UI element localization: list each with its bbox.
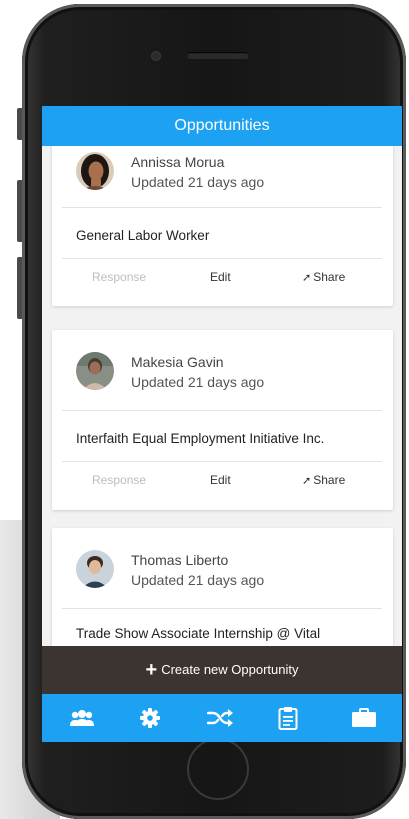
create-opportunity-button[interactable]: + Create new Opportunity	[42, 646, 402, 694]
share-button[interactable]: ➚ Share	[302, 462, 345, 499]
front-camera	[152, 52, 160, 60]
opportunity-title[interactable]: General Labor Worker	[76, 228, 209, 243]
avatar	[76, 550, 114, 588]
earpiece-speaker	[187, 52, 249, 59]
card-author: Makesia Gavin Updated 21 days ago	[76, 330, 376, 394]
opportunity-card[interactable]: Annissa Morua Updated 21 days ago Genera…	[52, 146, 393, 306]
share-arrow-icon: ➚	[302, 475, 312, 487]
tab-shuffle[interactable]	[200, 694, 240, 742]
bottom-tab-bar	[42, 694, 402, 742]
card-actions: Response Edit ➚ Share	[52, 462, 393, 498]
opportunity-title[interactable]: Trade Show Associate Internship @ Vital	[76, 626, 320, 641]
updated-time: Updated 21 days ago	[131, 572, 265, 588]
clipboard-icon	[278, 707, 298, 730]
opportunity-card[interactable]: Thomas Liberto Updated 21 days ago Trade…	[52, 528, 393, 646]
response-button[interactable]: Response	[92, 462, 146, 498]
edit-button[interactable]: Edit	[210, 462, 231, 498]
gear-icon	[140, 708, 160, 728]
opportunity-feed[interactable]: Annissa Morua Updated 21 days ago Genera…	[42, 146, 402, 646]
author-name: Makesia Gavin	[131, 354, 224, 370]
response-button[interactable]: Response	[92, 259, 146, 295]
app-screen: Opportunities Annissa Morua Updated 21 d…	[42, 106, 402, 742]
avatar	[76, 152, 114, 190]
avatar	[76, 352, 114, 390]
divider	[62, 207, 382, 208]
divider	[62, 410, 382, 411]
card-actions: Response Edit ➚ Share	[52, 259, 393, 295]
tab-people[interactable]	[62, 694, 102, 742]
briefcase-icon	[352, 708, 376, 727]
divider	[62, 608, 382, 609]
shuffle-icon	[207, 709, 233, 727]
tab-settings[interactable]	[130, 694, 170, 742]
author-name: Annissa Morua	[131, 154, 225, 170]
edit-button[interactable]: Edit	[210, 259, 231, 295]
author-name: Thomas Liberto	[131, 552, 229, 568]
tab-clipboard[interactable]	[268, 694, 308, 742]
updated-time: Updated 21 days ago	[131, 174, 265, 190]
people-icon	[70, 710, 94, 726]
share-arrow-icon: ➚	[302, 272, 312, 284]
share-label: Share	[313, 270, 346, 284]
card-author: Thomas Liberto Updated 21 days ago	[76, 528, 376, 592]
page-title: Opportunities	[42, 106, 402, 146]
opportunity-title[interactable]: Interfaith Equal Employment Initiative I…	[76, 431, 324, 446]
share-button[interactable]: ➚ Share	[302, 259, 345, 296]
updated-time: Updated 21 days ago	[131, 374, 265, 390]
plus-icon: +	[145, 659, 158, 681]
tab-opportunities[interactable]	[344, 694, 384, 742]
opportunity-card[interactable]: Makesia Gavin Updated 21 days ago Interf…	[52, 330, 393, 510]
card-author: Annissa Morua Updated 21 days ago	[76, 146, 376, 200]
home-button[interactable]	[187, 738, 249, 800]
share-label: Share	[313, 473, 346, 487]
create-label: Create new Opportunity	[161, 662, 299, 677]
